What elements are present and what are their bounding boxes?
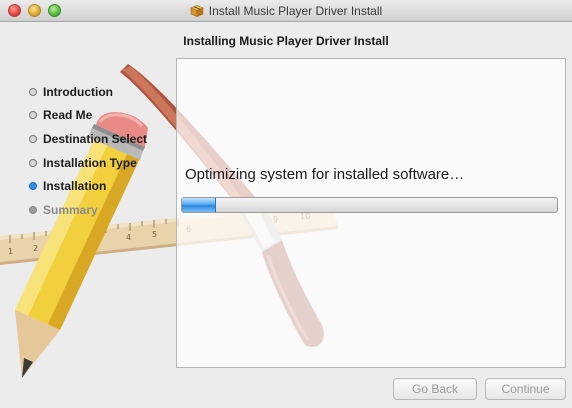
step-bullet-active-icon [29,182,37,191]
title-bar: Install Music Player Driver Install [0,0,572,22]
step-bullet-icon [29,111,37,120]
sidebar-item-label: Installation Type [43,155,137,170]
sidebar-item-label: Read Me [43,108,93,123]
package-icon [190,5,204,17]
sidebar-item-label: Destination Select [43,131,148,146]
sidebar-item-label: Introduction [43,84,113,99]
sidebar-item-label: Summary [43,202,98,217]
install-content-panel: Optimizing system for installed software… [176,58,566,368]
svg-text:2: 2 [33,244,38,253]
sidebar-item-introduction: Introduction [29,80,147,104]
sidebar-item-read-me: Read Me [29,104,147,128]
window-title-group: Install Music Player Driver Install [0,0,572,22]
sidebar-item-label: Installation [43,179,107,194]
installer-window: Install Music Player Driver Install 1 2 4… [0,0,572,408]
go-back-button[interactable]: Go Back [393,378,477,400]
svg-text:1: 1 [8,247,13,256]
sidebar-item-destination-select: Destination Select [29,127,147,151]
step-bullet-icon [29,134,37,143]
sidebar-item-installation: Installation [29,174,147,198]
window-title: Install Music Player Driver Install [208,4,383,18]
install-progress-bar [181,197,558,213]
sidebar-item-summary: Summary [29,198,147,222]
step-bullet-icon [29,87,37,96]
step-bullet-icon [29,205,37,214]
step-bullet-icon [29,158,37,167]
install-status-text: Optimizing system for installed software… [185,166,465,183]
svg-text:4: 4 [126,233,131,242]
installer-steps-sidebar: Introduction Read Me Destination Select … [29,80,147,222]
svg-text:5: 5 [152,230,157,239]
page-header: Installing Music Player Driver Install [183,34,389,48]
sidebar-item-installation-type: Installation Type [29,151,147,175]
progress-bar-fill [182,198,216,212]
continue-button[interactable]: Continue [485,378,566,400]
